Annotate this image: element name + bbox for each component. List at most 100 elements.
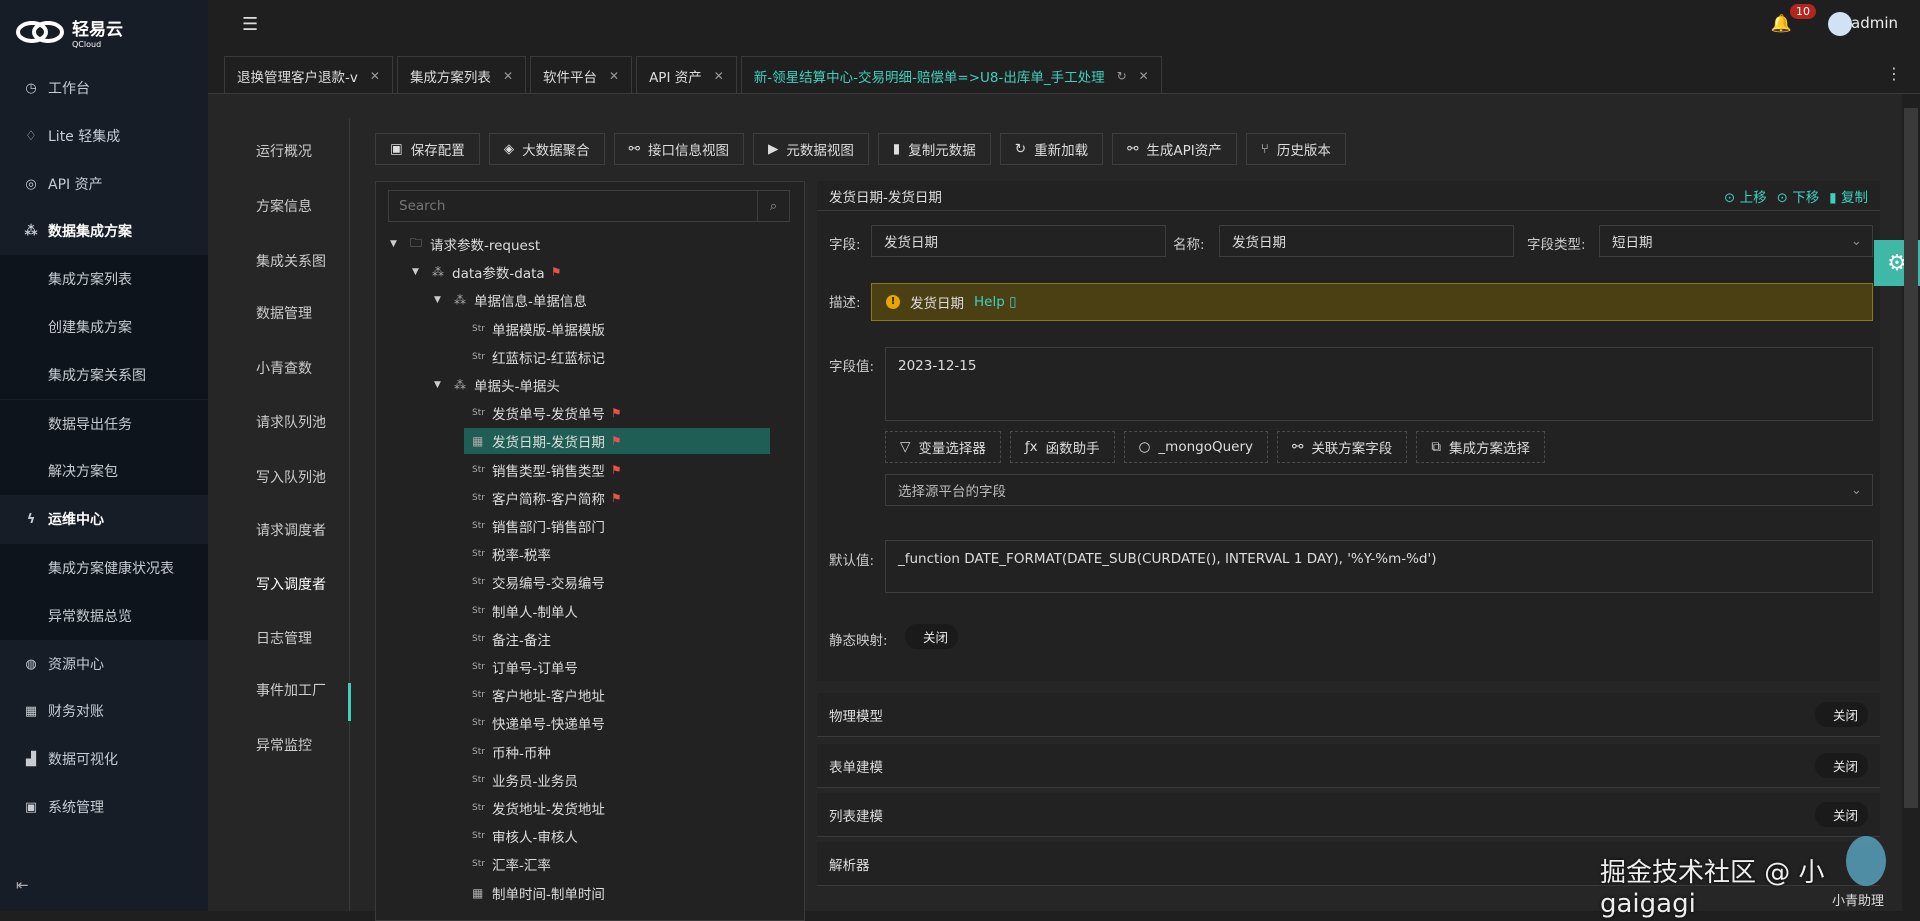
copy-button[interactable]: ▮ 复制 xyxy=(1829,186,1868,206)
scheme-nav-item[interactable]: 方案信息 xyxy=(256,196,312,216)
tree-node[interactable]: ▼🗀请求参数-request xyxy=(390,231,540,257)
logo[interactable]: 轻易云QCloud xyxy=(14,14,123,50)
tab-0[interactable]: 退换管理客户退款-v✕ xyxy=(224,56,393,94)
tree-node[interactable]: ▦制单时间-制单时间 xyxy=(472,880,605,906)
move-up-button[interactable]: ⊙ 上移 xyxy=(1724,186,1767,206)
sidebar-item[interactable]: 异常数据总览 xyxy=(0,592,208,640)
collapse-sidebar-icon[interactable]: ⇤ xyxy=(16,876,29,894)
close-icon[interactable]: ✕ xyxy=(370,69,380,83)
menu-toggle-icon[interactable]: ☰ xyxy=(242,14,258,35)
default-value-textarea[interactable]: _function DATE_FORMAT(DATE_SUB(CURDATE()… xyxy=(885,540,1873,593)
tree-node[interactable]: Str制单人-制单人 xyxy=(472,598,578,624)
scheme-nav-item[interactable]: 请求调度者 xyxy=(256,520,326,540)
collapse-section[interactable]: 物理模型关闭 xyxy=(817,693,1880,737)
reload-icon[interactable]: ↻ xyxy=(1117,69,1127,83)
scheme-nav-item[interactable]: 运行概况 xyxy=(256,141,312,161)
sidebar-item[interactable]: 解决方案包 xyxy=(0,447,208,495)
scrollbar[interactable] xyxy=(1904,108,1918,808)
tab-1[interactable]: 集成方案列表✕ xyxy=(397,56,526,94)
source-field-select[interactable]: 选择源平台的字段⌄ xyxy=(885,474,1873,506)
static-map-toggle[interactable]: 关闭 xyxy=(905,624,958,649)
tree-node[interactable]: Str单据模版-单据模版 xyxy=(472,316,605,342)
section-toggle[interactable]: 关闭 xyxy=(1815,753,1868,778)
more-icon[interactable]: ⋮ xyxy=(1886,64,1902,83)
field-input[interactable]: 发货日期 xyxy=(871,225,1166,257)
tree-node[interactable]: Str汇率-汇率 xyxy=(472,851,551,877)
close-icon[interactable]: ✕ xyxy=(609,69,619,83)
tree-node[interactable]: Str销售类型-销售类型⚑ xyxy=(472,457,622,483)
search-input[interactable] xyxy=(389,191,757,221)
toolbar-button[interactable]: ⚯接口信息视图 xyxy=(614,133,744,165)
caret-down-icon[interactable]: ▼ xyxy=(434,380,448,390)
tree-node[interactable]: Str发货地址-发货地址 xyxy=(472,795,605,821)
toolbar-button[interactable]: ◈大数据聚合 xyxy=(489,133,605,165)
name-input[interactable]: 发货日期 xyxy=(1219,225,1514,257)
close-icon[interactable]: ✕ xyxy=(714,69,724,83)
sidebar-item[interactable]: 创建集成方案 xyxy=(0,303,208,351)
sidebar-item[interactable]: ◷工作台 xyxy=(0,65,208,111)
tree-node[interactable]: ▦发货日期-发货日期⚑ xyxy=(464,428,770,454)
sidebar-item[interactable]: 集成方案健康状况表 xyxy=(0,544,208,592)
tab-3[interactable]: API 资产✕ xyxy=(636,56,737,94)
sidebar-item[interactable]: ▦财务对账 xyxy=(0,688,208,734)
scheme-nav-item[interactable]: 日志管理 xyxy=(256,628,312,648)
collapse-section[interactable]: 表单建模关闭 xyxy=(817,744,1880,788)
tree-node[interactable]: Str审核人-审核人 xyxy=(472,823,578,849)
search-icon[interactable]: ⌕ xyxy=(757,191,789,221)
scheme-nav-item[interactable]: 异常监控 xyxy=(256,735,312,755)
scheme-nav-item[interactable]: 写入调度者 xyxy=(256,574,326,594)
toolbar-button[interactable]: ⑂历史版本 xyxy=(1246,133,1346,165)
value-textarea[interactable]: 2023-12-15 xyxy=(885,347,1873,421)
bell-icon[interactable]: 🔔 xyxy=(1771,14,1792,34)
helper-button[interactable]: ⧉集成方案选择 xyxy=(1416,431,1545,463)
sidebar-item[interactable]: ϟ运维中心 xyxy=(0,496,208,542)
section-toggle[interactable]: 关闭 xyxy=(1815,702,1868,727)
tree-node[interactable]: Str订单号-订单号 xyxy=(472,654,578,680)
close-icon[interactable]: ✕ xyxy=(1139,69,1149,83)
caret-down-icon[interactable]: ▼ xyxy=(434,295,448,305)
tree-node[interactable]: Str税率-税率 xyxy=(472,541,551,567)
user-name[interactable]: admin xyxy=(1851,14,1898,32)
type-select[interactable]: 短日期⌄ xyxy=(1599,225,1873,257)
tree-node[interactable]: Str备注-备注 xyxy=(472,626,551,652)
toolbar-button[interactable]: ↻重新加载 xyxy=(1000,133,1103,165)
caret-down-icon[interactable]: ▼ xyxy=(412,267,426,277)
collapse-section[interactable]: 列表建模关闭 xyxy=(817,793,1880,837)
helper-button[interactable]: ƒx函数助手 xyxy=(1010,431,1115,463)
tree-node[interactable]: ▼⁂单据信息-单据信息 xyxy=(434,287,587,313)
toolbar-button[interactable]: ▮复制元数据 xyxy=(878,133,991,165)
tree-node[interactable]: Str客户地址-客户地址 xyxy=(472,682,605,708)
sidebar-item[interactable]: ◎API 资产 xyxy=(0,161,208,207)
tree-node[interactable]: Str币种-币种 xyxy=(472,739,551,765)
caret-down-icon[interactable]: ▼ xyxy=(390,239,404,249)
scheme-nav-item[interactable]: 集成关系图 xyxy=(256,251,326,271)
tree-node[interactable]: ▼⁂单据头-单据头 xyxy=(434,372,560,398)
tree-node[interactable]: Str快递单号-快递单号 xyxy=(472,710,605,736)
tree-node[interactable]: Str销售部门-销售部门 xyxy=(472,513,605,539)
helper-button[interactable]: ▽变量选择器 xyxy=(885,431,1001,463)
section-toggle[interactable]: 关闭 xyxy=(1815,802,1868,827)
tree-node[interactable]: Str交易编号-交易编号 xyxy=(472,569,605,595)
tab-2[interactable]: 软件平台✕ xyxy=(530,56,632,94)
tree-node[interactable]: Str业务员-业务员 xyxy=(472,767,578,793)
tab-4[interactable]: 新-领星结算中心-交易明细-赔偿单=>U8-出库单_手工处理↻✕ xyxy=(741,56,1162,94)
assistant-label[interactable]: 小青助理 xyxy=(1832,890,1884,909)
sidebar-item[interactable]: 数据导出任务 xyxy=(0,400,208,448)
scheme-nav-item[interactable]: 写入队列池 xyxy=(256,467,326,487)
move-down-button[interactable]: ⊙ 下移 xyxy=(1777,186,1820,206)
scheme-nav-item[interactable]: 事件加工厂 xyxy=(256,680,326,700)
toolbar-button[interactable]: ▶元数据视图 xyxy=(753,133,869,165)
tree-node[interactable]: Str客户简称-客户简称⚑ xyxy=(472,485,622,511)
sidebar-item[interactable]: ▟数据可视化 xyxy=(0,736,208,782)
scheme-nav-item[interactable]: 小青查数 xyxy=(256,358,312,378)
close-icon[interactable]: ✕ xyxy=(503,69,513,83)
sidebar-item[interactable]: ▣系统管理 xyxy=(0,784,208,830)
tree-node[interactable]: Str红蓝标记-红蓝标记 xyxy=(472,344,605,370)
scheme-nav-item[interactable]: 数据管理 xyxy=(256,303,312,323)
sidebar-item[interactable]: ◍资源中心 xyxy=(0,641,208,687)
tree-node[interactable]: ▼⁂data参数-data⚑ xyxy=(412,259,561,285)
helper-button[interactable]: ○_mongoQuery xyxy=(1124,431,1268,463)
sidebar-item[interactable]: 集成方案关系图 xyxy=(0,351,208,399)
helper-button[interactable]: ⚯关联方案字段 xyxy=(1277,431,1407,463)
tree-node[interactable]: Str发货单号-发货单号⚑ xyxy=(472,400,622,426)
